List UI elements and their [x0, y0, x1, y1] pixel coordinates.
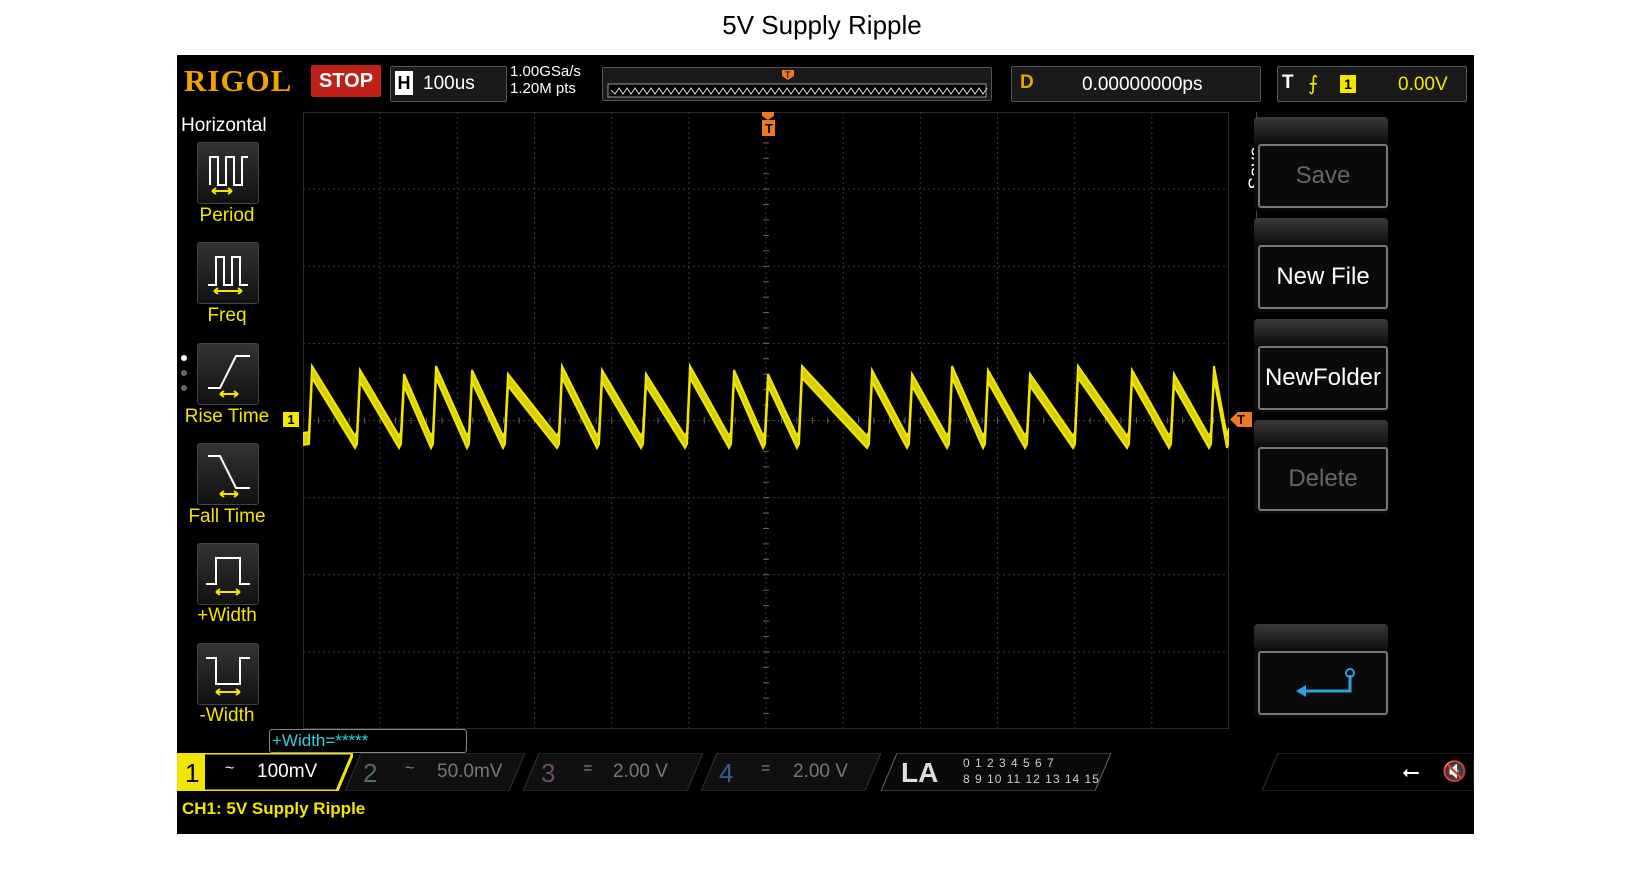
rise-time-button[interactable] [197, 343, 259, 405]
ch1-coupling-icon: ~ [225, 760, 235, 777]
delay-label: D [1020, 72, 1034, 93]
ch3-status[interactable]: 3 = 2.00 V [523, 753, 703, 791]
delay-value: 0.00000000ps [1082, 74, 1203, 95]
return-button[interactable] [1258, 651, 1388, 715]
ch4-number: 4 [719, 758, 734, 788]
ch4-scale: 2.00 V [793, 761, 848, 782]
measurement-readout: +Width=***** [269, 729, 467, 753]
channel-status-bar: +Width=***** 1 ~ 100mV 2 ~ 50.0mV 3 = 2. [177, 729, 1474, 797]
negative-width-button[interactable] [197, 643, 259, 705]
timebase-value: 100us [423, 73, 475, 94]
ch2-status[interactable]: 2 ~ 50.0mV [345, 753, 525, 791]
ch1-scale: 100mV [257, 761, 318, 782]
logic-analyzer-status[interactable]: LA 0 1 2 3 4 5 6 7 8 9 10 11 12 13 14 15 [881, 753, 1111, 791]
ch1-number: 1 [185, 758, 200, 788]
oscilloscope-screen: RIGOL STOP H 100us 1.00GSa/s 1.20M pts T… [177, 55, 1474, 834]
la-label: LA [901, 757, 939, 788]
new-file-button-group: New File [1254, 218, 1388, 312]
ch3-scale: 2.00 V [613, 761, 668, 782]
new-folder-button-group: NewFolder [1254, 319, 1388, 413]
page-indicator-dot [181, 370, 187, 376]
ch3-coupling-icon: = [583, 760, 593, 777]
rise-time-icon [208, 355, 250, 398]
save-button-group: Save [1254, 117, 1388, 211]
memory-depth: 1.20M pts [510, 80, 576, 97]
trigger-position-label: T [765, 121, 773, 136]
channel-caption: CH1: 5V Supply Ripple [177, 797, 619, 821]
horizontal-label: H [395, 71, 413, 95]
system-status: ⭠ 🔇 [1262, 753, 1474, 791]
return-arrow-icon [1296, 668, 1355, 697]
speaker-muted-icon: 🔇 [1442, 761, 1467, 783]
trigger-source: 1 [1340, 75, 1356, 93]
usb-icon: ⭠ [1402, 759, 1420, 784]
save-button[interactable]: Save [1258, 144, 1388, 208]
trigger-level: 0.00V [1398, 74, 1448, 95]
delete-button-group: Delete [1254, 420, 1388, 514]
new-folder-button[interactable]: NewFolder [1258, 346, 1388, 410]
positive-width-label: +Width [197, 605, 257, 626]
timebase-box[interactable]: H 100us [390, 66, 507, 102]
brand-logo: RIGOL [184, 63, 293, 98]
negative-width-label: -Width [199, 705, 255, 726]
ch1-status[interactable]: 1 ~ 100mV [177, 753, 353, 791]
trigger-box[interactable]: T ⨍ 1 0.00V [1277, 66, 1467, 102]
fall-time-button[interactable] [197, 443, 259, 505]
new-file-button[interactable]: New File [1258, 245, 1388, 309]
period-button[interactable] [197, 142, 259, 204]
la-channels-row2: 8 9 10 11 12 13 14 15 [963, 772, 1100, 786]
ch4-status[interactable]: 4 = 2.00 V [701, 753, 881, 791]
frequency-icon [208, 256, 248, 295]
delay-box[interactable]: D 0.00000000ps [1011, 66, 1261, 102]
save-menu-panel: Save Save New File NewFolder Delete [1230, 112, 1474, 729]
page-title: 5V Supply Ripple [722, 10, 922, 40]
memory-waveform-preview: T [607, 70, 988, 98]
acquisition-info: 1.00GSa/s 1.20M pts [510, 63, 581, 97]
trigger-label: T [1282, 72, 1294, 93]
freq-button[interactable] [197, 242, 259, 304]
ch2-coupling-icon: ~ [405, 760, 415, 777]
negative-width-icon [206, 657, 250, 696]
ch2-number: 2 [363, 758, 378, 788]
ch4-coupling-icon: = [761, 760, 771, 777]
period-label: Period [199, 205, 255, 226]
positive-width-button[interactable] [197, 543, 259, 605]
ch1-offset-marker[interactable]: 1 [283, 412, 299, 427]
sample-rate: 1.00GSa/s [510, 63, 581, 80]
positive-width-icon [206, 557, 250, 596]
ch2-scale: 50.0mV [437, 761, 503, 782]
freq-label: Freq [207, 305, 247, 326]
menu-title: Horizontal [181, 115, 267, 136]
rising-edge-icon: ⨍ [1308, 73, 1319, 95]
waveform-grid[interactable]: T [303, 112, 1229, 729]
page-indicator-dot [181, 355, 187, 361]
memory-trigger-marker: T [785, 70, 791, 80]
return-button-group [1254, 624, 1388, 718]
memory-overview[interactable]: T [602, 67, 992, 101]
ch3-number: 3 [541, 758, 556, 788]
run-stop-status[interactable]: STOP [311, 65, 381, 97]
rise-time-label: Rise Time [184, 406, 270, 427]
fall-time-label: Fall Time [188, 506, 266, 527]
page-indicator-dot [181, 385, 187, 391]
period-icon [209, 156, 248, 195]
delete-button[interactable]: Delete [1258, 447, 1388, 511]
fall-time-icon [208, 455, 250, 498]
